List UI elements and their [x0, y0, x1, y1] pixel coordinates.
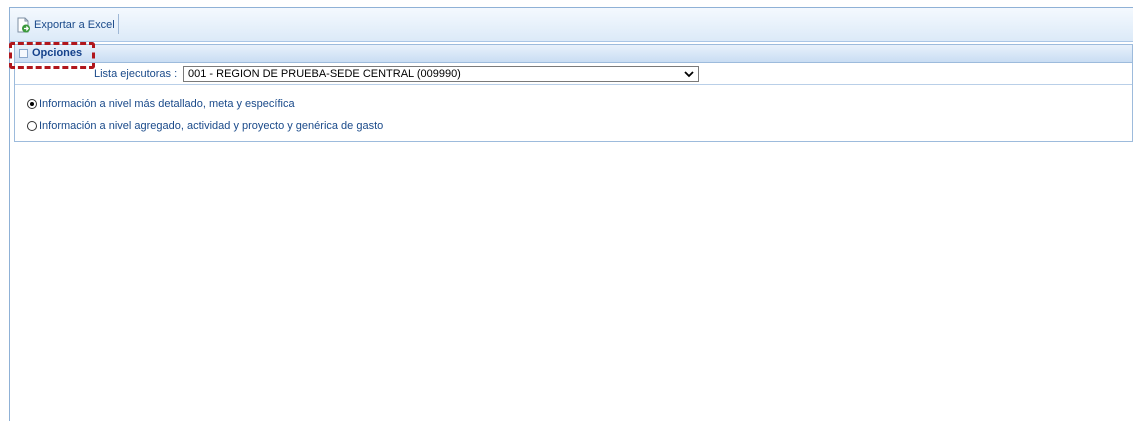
export-excel-button[interactable]: Exportar a Excel	[15, 15, 115, 35]
main-frame: Exportar a Excel Opciones Lista ejecutor…	[9, 7, 1133, 421]
option-aggregated-label: Información a nivel agregado, actividad …	[39, 120, 384, 132]
collapse-icon[interactable]	[19, 49, 28, 58]
option-detailed-radio[interactable]	[27, 99, 37, 109]
option-detailed-label: Información a nivel más detallado, meta …	[39, 98, 295, 110]
export-excel-label: Exportar a Excel	[34, 19, 115, 31]
toolbar-separator	[118, 14, 119, 34]
executor-row: Lista ejecutoras : 001 - REGION DE PRUEB…	[15, 64, 1132, 85]
option-aggregated-radio-row[interactable]: Información a nivel agregado, actividad …	[27, 119, 383, 133]
toolbar: Exportar a Excel	[10, 8, 1133, 42]
chevron-down-icon	[684, 71, 694, 78]
option-detailed-radio-row[interactable]: Información a nivel más detallado, meta …	[27, 97, 295, 111]
executor-select[interactable]: 001 - REGION DE PRUEBA-SEDE CENTRAL (009…	[183, 66, 699, 82]
excel-export-icon	[17, 17, 30, 33]
option-aggregated-radio[interactable]	[27, 121, 37, 131]
executor-label: Lista ejecutoras :	[94, 68, 178, 80]
options-panel-title: Opciones	[32, 47, 83, 59]
options-panel-header[interactable]: Opciones	[15, 45, 1132, 63]
executor-select-value: 001 - REGION DE PRUEBA-SEDE CENTRAL (009…	[188, 68, 461, 80]
